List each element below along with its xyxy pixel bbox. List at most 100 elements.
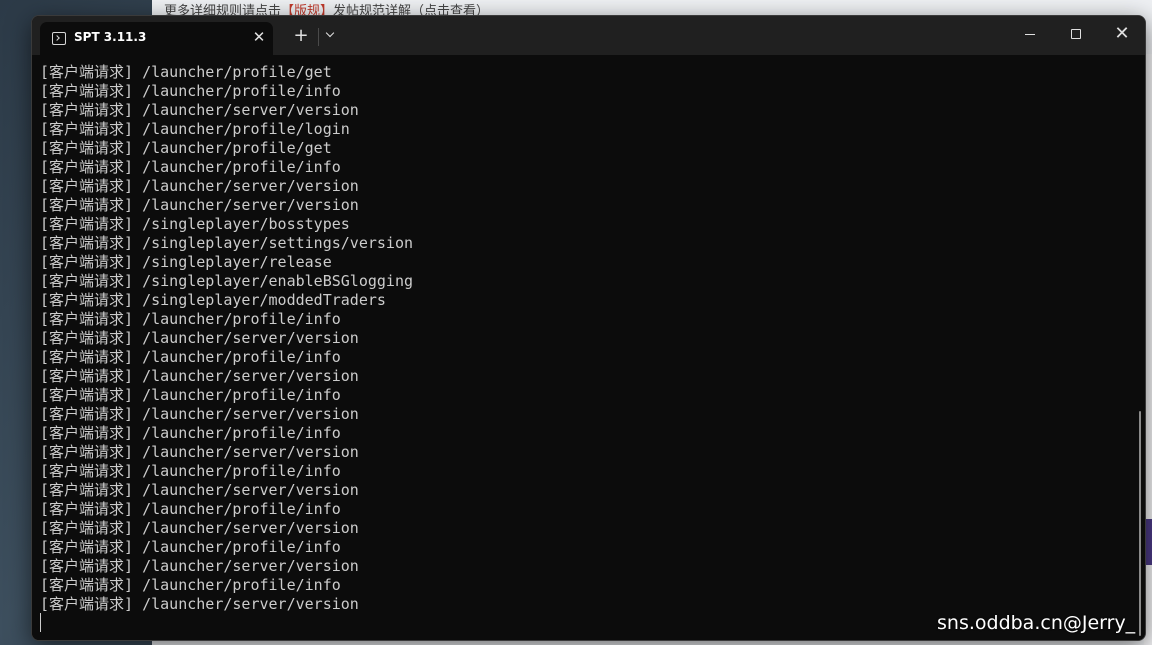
terminal-line: [客户端请求] /launcher/profile/info bbox=[40, 500, 413, 519]
request-path: /singleplayer/enableBSGlogging bbox=[142, 272, 414, 290]
terminal-line: [客户端请求] /launcher/server/version bbox=[40, 101, 413, 120]
terminal-line: [客户端请求] /launcher/profile/info bbox=[40, 348, 413, 367]
request-path: /launcher/profile/info bbox=[142, 386, 341, 404]
request-path: /singleplayer/settings/version bbox=[142, 234, 414, 252]
terminal-icon bbox=[52, 32, 66, 45]
terminal-line: [客户端请求] /launcher/profile/info bbox=[40, 576, 413, 595]
request-path: /launcher/profile/info bbox=[142, 500, 341, 518]
terminal-line: [客户端请求] /launcher/profile/info bbox=[40, 310, 413, 329]
terminal-line: [客户端请求] /launcher/server/version bbox=[40, 196, 413, 215]
request-prefix: [客户端请求] bbox=[40, 177, 134, 195]
terminal-line: [客户端请求] /launcher/server/version bbox=[40, 443, 413, 462]
text-cursor bbox=[40, 613, 41, 632]
terminal-line: [客户端请求] /launcher/profile/info bbox=[40, 158, 413, 177]
terminal-line: [客户端请求] /singleplayer/bosstypes bbox=[40, 215, 413, 234]
request-prefix: [客户端请求] bbox=[40, 291, 134, 309]
request-prefix: [客户端请求] bbox=[40, 272, 134, 290]
output-lines: [客户端请求] /launcher/profile/get [客户端请求] /la… bbox=[40, 63, 413, 614]
request-path: /launcher/profile/get bbox=[142, 63, 332, 81]
request-path: /launcher/profile/login bbox=[142, 120, 350, 138]
terminal-line: [客户端请求] /launcher/profile/info bbox=[40, 82, 413, 101]
request-prefix: [客户端请求] bbox=[40, 348, 134, 366]
request-prefix: [客户端请求] bbox=[40, 120, 134, 138]
request-path: /launcher/profile/info bbox=[142, 310, 341, 328]
request-path: /launcher/server/version bbox=[142, 481, 359, 499]
terminal-line: [客户端请求] /launcher/profile/get bbox=[40, 63, 413, 82]
request-path: /launcher/server/version bbox=[142, 557, 359, 575]
request-path: /launcher/profile/info bbox=[142, 576, 341, 594]
request-path: /launcher/server/version bbox=[142, 177, 359, 195]
request-prefix: [客户端请求] bbox=[40, 101, 134, 119]
request-path: /singleplayer/moddedTraders bbox=[142, 291, 386, 309]
terminal-line: [客户端请求] /singleplayer/release bbox=[40, 253, 413, 272]
request-path: /singleplayer/release bbox=[142, 253, 332, 271]
terminal-line: [客户端请求] /launcher/server/version bbox=[40, 481, 413, 500]
request-prefix: [客户端请求] bbox=[40, 538, 134, 556]
terminal-line: [客户端请求] /launcher/profile/get bbox=[40, 139, 413, 158]
request-prefix: [客户端请求] bbox=[40, 386, 134, 404]
terminal-line: [客户端请求] /launcher/server/version bbox=[40, 329, 413, 348]
request-path: /launcher/server/version bbox=[142, 367, 359, 385]
chevron-down-icon[interactable] bbox=[322, 27, 340, 45]
request-path: /launcher/server/version bbox=[142, 329, 359, 347]
request-path: /launcher/profile/get bbox=[142, 139, 332, 157]
request-prefix: [客户端请求] bbox=[40, 462, 134, 480]
request-prefix: [客户端请求] bbox=[40, 310, 134, 328]
request-prefix: [客户端请求] bbox=[40, 595, 134, 613]
watermark: sns.oddba.cn@Jerry_ bbox=[937, 612, 1136, 634]
terminal-line: [客户端请求] /launcher/server/version bbox=[40, 519, 413, 538]
terminal-line: [客户端请求] /launcher/profile/info bbox=[40, 386, 413, 405]
request-prefix: [客户端请求] bbox=[40, 139, 134, 157]
request-path: /launcher/server/version bbox=[142, 595, 359, 613]
terminal-line: [客户端请求] /launcher/server/version bbox=[40, 177, 413, 196]
terminal-line: [客户端请求] /launcher/profile/info bbox=[40, 462, 413, 481]
terminal-line: [客户端请求] /launcher/server/version bbox=[40, 367, 413, 386]
minimize-button[interactable] bbox=[1007, 16, 1053, 52]
request-prefix: [客户端请求] bbox=[40, 367, 134, 385]
request-path: /launcher/server/version bbox=[142, 196, 359, 214]
request-path: /launcher/server/version bbox=[142, 519, 359, 537]
terminal-line: [客户端请求] /singleplayer/moddedTraders bbox=[40, 291, 413, 310]
terminal-line: [客户端请求] /launcher/server/version bbox=[40, 595, 413, 614]
tab-close-icon[interactable]: ✕ bbox=[250, 28, 268, 46]
terminal-line: [客户端请求] /launcher/profile/info bbox=[40, 424, 413, 443]
request-path: /launcher/profile/info bbox=[142, 538, 341, 556]
request-prefix: [客户端请求] bbox=[40, 500, 134, 518]
request-prefix: [客户端请求] bbox=[40, 329, 134, 347]
terminal-output[interactable]: [客户端请求] /launcher/profile/get [客户端请求] /la… bbox=[32, 55, 1137, 640]
scrollbar-thumb[interactable] bbox=[1139, 411, 1141, 636]
terminal-line: [客户端请求] /launcher/profile/login bbox=[40, 120, 413, 139]
request-path: /launcher/server/version bbox=[142, 405, 359, 423]
maximize-button[interactable] bbox=[1053, 16, 1099, 52]
request-prefix: [客户端请求] bbox=[40, 82, 134, 100]
terminal-line: [客户端请求] /singleplayer/enableBSGlogging bbox=[40, 272, 413, 291]
request-prefix: [客户端请求] bbox=[40, 481, 134, 499]
request-prefix: [客户端请求] bbox=[40, 405, 134, 423]
terminal-line: [客户端请求] /launcher/profile/info bbox=[40, 538, 413, 557]
request-prefix: [客户端请求] bbox=[40, 576, 134, 594]
terminal-line: [客户端请求] /launcher/server/version bbox=[40, 557, 413, 576]
request-prefix: [客户端请求] bbox=[40, 443, 134, 461]
request-path: /launcher/profile/info bbox=[142, 348, 341, 366]
new-tab-button[interactable]: + bbox=[290, 25, 312, 47]
request-path: /launcher/profile/info bbox=[142, 462, 341, 480]
request-prefix: [客户端请求] bbox=[40, 424, 134, 442]
request-path: /launcher/server/version bbox=[142, 443, 359, 461]
tab-separator bbox=[318, 28, 319, 46]
scrollbar[interactable] bbox=[1137, 55, 1145, 640]
request-path: /launcher/profile/info bbox=[142, 158, 341, 176]
request-prefix: [客户端请求] bbox=[40, 215, 134, 233]
request-path: /launcher/profile/info bbox=[142, 82, 341, 100]
request-prefix: [客户端请求] bbox=[40, 158, 134, 176]
request-path: /launcher/server/version bbox=[142, 101, 359, 119]
terminal-line: [客户端请求] /launcher/server/version bbox=[40, 405, 413, 424]
tab-title: SPT 3.11.3 bbox=[74, 30, 147, 44]
close-button[interactable]: ✕ bbox=[1099, 16, 1145, 52]
request-prefix: [客户端请求] bbox=[40, 196, 134, 214]
request-prefix: [客户端请求] bbox=[40, 557, 134, 575]
request-path: /launcher/profile/info bbox=[142, 424, 341, 442]
title-bar[interactable]: SPT 3.11.3 ✕ + ✕ bbox=[32, 16, 1145, 55]
request-prefix: [客户端请求] bbox=[40, 253, 134, 271]
request-path: /singleplayer/bosstypes bbox=[142, 215, 350, 233]
tab-spt[interactable]: SPT 3.11.3 ✕ bbox=[40, 22, 273, 55]
